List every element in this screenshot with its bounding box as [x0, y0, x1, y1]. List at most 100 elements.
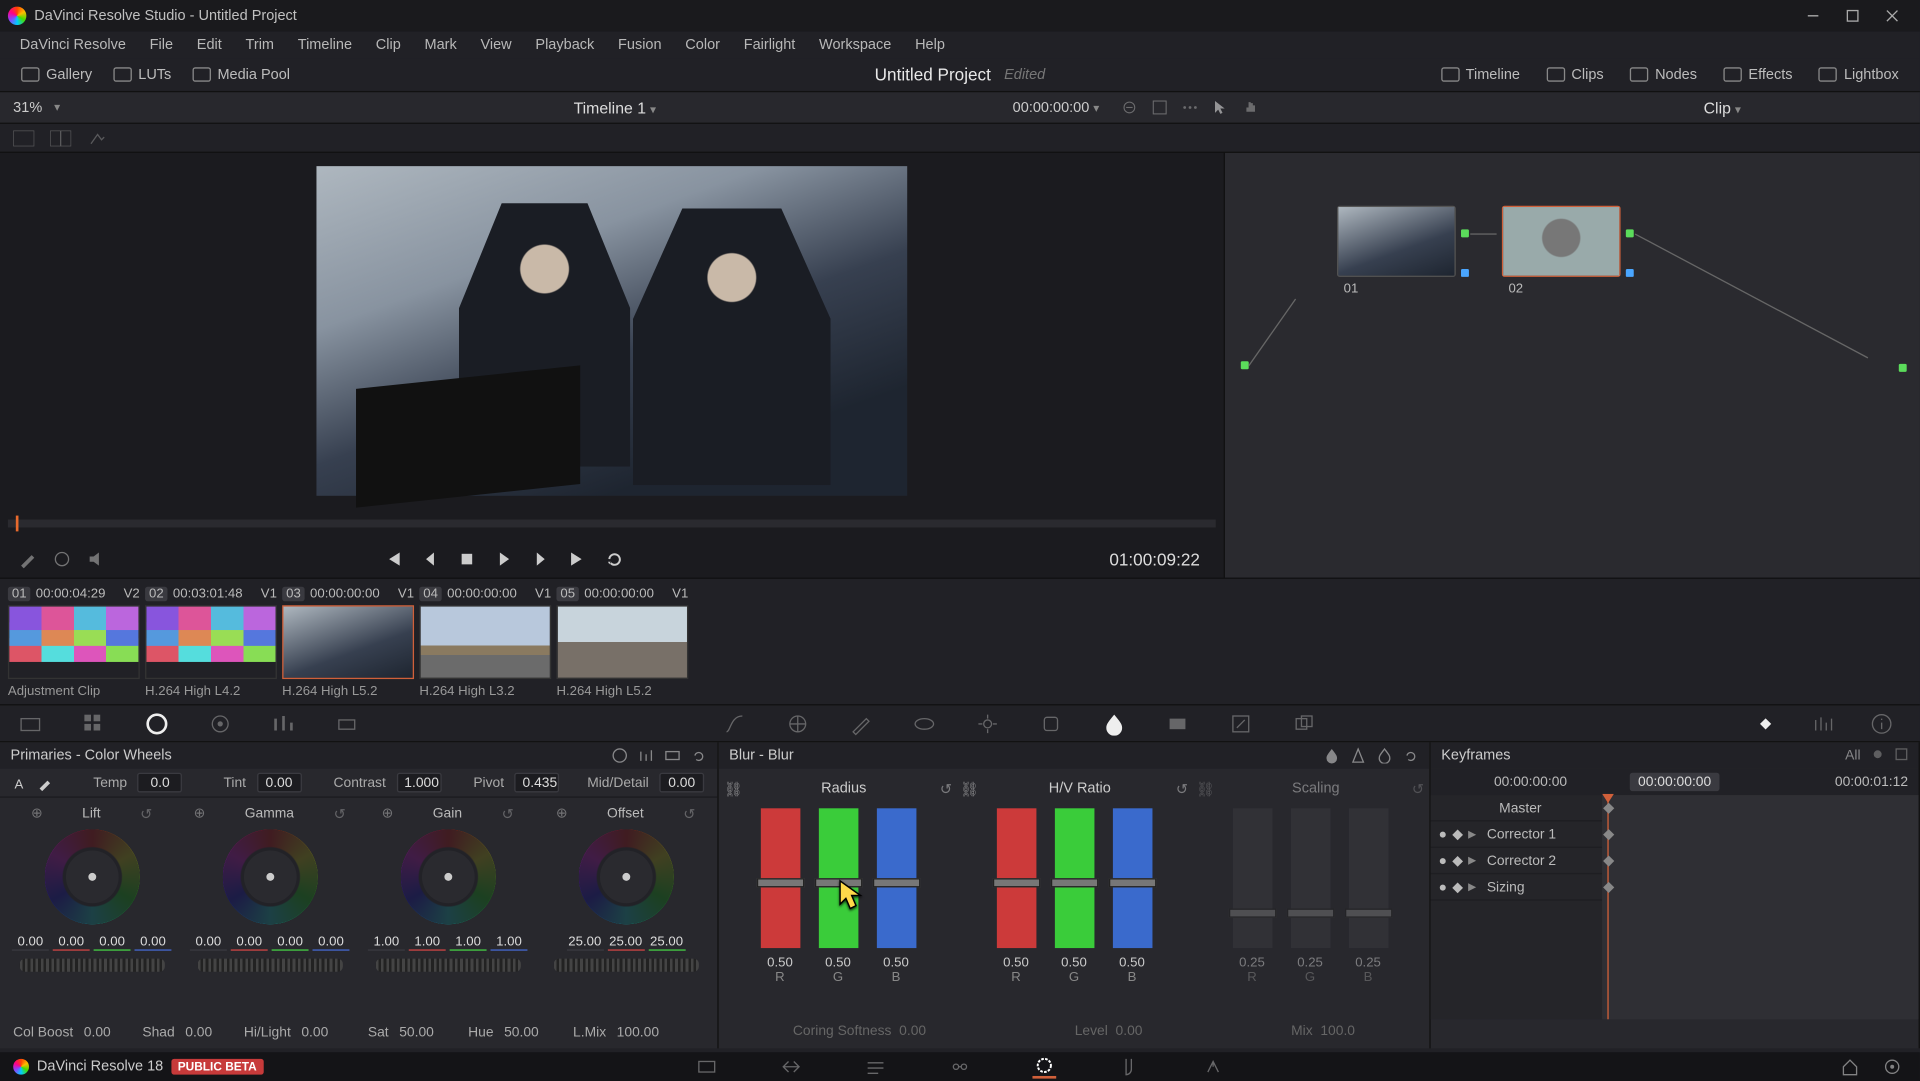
colboost-value[interactable]: 0.00: [84, 1025, 111, 1041]
menu-item[interactable]: Timeline: [286, 37, 364, 53]
bypass-icon[interactable]: [1121, 99, 1138, 116]
kf-all-dropdown[interactable]: All: [1845, 748, 1860, 764]
kf-mode-icon[interactable]: [1871, 748, 1884, 761]
keyframe-track-area[interactable]: [1602, 795, 1918, 1019]
curves-icon[interactable]: [723, 711, 747, 735]
highlight-icon[interactable]: [87, 130, 108, 146]
qualifier-icon[interactable]: [849, 711, 873, 735]
gamma-jog[interactable]: [197, 959, 342, 972]
slider-b[interactable]: [1112, 808, 1152, 948]
blur-mode-icon[interactable]: [1324, 748, 1340, 764]
3d-icon[interactable]: [1292, 711, 1316, 735]
port-out2[interactable]: [1626, 229, 1634, 237]
luts-button[interactable]: LUTs: [103, 61, 182, 87]
slider-b[interactable]: [876, 808, 916, 948]
clip-card[interactable]: 0200:03:01:48V1 H.264 High L4.2: [145, 584, 277, 699]
menu-item[interactable]: DaVinci Resolve: [8, 37, 138, 53]
mist-mode-icon[interactable]: [1377, 748, 1393, 764]
fairlight-page-tab[interactable]: [1117, 1055, 1141, 1079]
gamma-wheel[interactable]: [222, 829, 317, 924]
zoom-dropdown[interactable]: 31%: [0, 100, 73, 116]
keyframes-icon[interactable]: [1754, 711, 1778, 735]
viewer-timecode[interactable]: 00:00:00:00: [1013, 100, 1100, 116]
kf-tc-current[interactable]: 00:00:00:00: [1630, 773, 1719, 791]
clip-card[interactable]: 0400:00:00:00V1 H.264 High L3.2: [419, 584, 551, 699]
play-button[interactable]: [495, 550, 513, 568]
timeline-button[interactable]: Timeline: [1430, 61, 1530, 87]
lightbox-button[interactable]: Lightbox: [1808, 61, 1909, 87]
port-out[interactable]: [1461, 229, 1469, 237]
slider-g[interactable]: [1290, 808, 1330, 948]
next-frame-button[interactable]: [532, 550, 550, 568]
color-checker-icon[interactable]: [82, 711, 106, 735]
menu-item[interactable]: Fusion: [606, 37, 673, 53]
slider-g[interactable]: [818, 808, 858, 948]
expand-icon[interactable]: [1151, 99, 1168, 116]
sat-value[interactable]: 50.00: [399, 1025, 434, 1041]
image-wipe-icon[interactable]: [13, 130, 34, 146]
mute-icon[interactable]: [87, 550, 105, 568]
graph-output-port[interactable]: [1899, 364, 1907, 372]
menu-item[interactable]: View: [469, 37, 524, 53]
slider-r[interactable]: [760, 808, 800, 948]
port-out-b[interactable]: [1461, 269, 1469, 277]
kf-expand-icon[interactable]: [1895, 748, 1908, 761]
kf-row[interactable]: Master: [1431, 795, 1602, 821]
rgb-mixer-icon[interactable]: [272, 711, 296, 735]
md-value[interactable]: 0.00: [659, 773, 704, 793]
pivot-value[interactable]: 0.435: [515, 773, 560, 793]
minimize-button[interactable]: [1793, 4, 1833, 28]
viewer-scrubber[interactable]: [8, 520, 1216, 528]
log-mode-icon[interactable]: [665, 748, 681, 764]
menu-item[interactable]: Trim: [234, 37, 286, 53]
menu-item[interactable]: Help: [903, 37, 957, 53]
color-page-tab[interactable]: [1032, 1055, 1056, 1079]
key-icon[interactable]: [1166, 711, 1190, 735]
first-frame-button[interactable]: [384, 550, 402, 568]
dots-icon[interactable]: [1181, 99, 1198, 116]
pointer-icon[interactable]: [1212, 99, 1229, 116]
wheels-mode-icon[interactable]: [612, 748, 628, 764]
shad-value[interactable]: 0.00: [185, 1025, 212, 1041]
coring-value[interactable]: 0.00: [899, 1023, 926, 1039]
offset-wheel[interactable]: [578, 829, 673, 924]
camera-raw-icon[interactable]: [18, 711, 42, 735]
lmix-value[interactable]: 100.00: [617, 1025, 659, 1041]
hue-value[interactable]: 50.00: [504, 1025, 539, 1041]
prev-frame-button[interactable]: [421, 550, 439, 568]
edit-page-tab[interactable]: [864, 1055, 888, 1079]
window-icon[interactable]: [912, 711, 936, 735]
lift-wheel[interactable]: [44, 829, 139, 924]
stop-button[interactable]: [458, 550, 476, 568]
clips-button[interactable]: Clips: [1536, 61, 1614, 87]
slider-b[interactable]: [1348, 808, 1388, 948]
deliver-page-tab[interactable]: [1201, 1055, 1225, 1079]
timeline-selector[interactable]: Timeline 1: [574, 98, 656, 116]
kf-row[interactable]: ●◆▶Corrector 1: [1431, 821, 1602, 847]
clip-card[interactable]: 0300:00:00:00V1 H.264 High L5.2: [282, 584, 414, 699]
pick-white-icon[interactable]: [37, 775, 50, 791]
hand-icon[interactable]: [1242, 99, 1259, 116]
slider-r[interactable]: [996, 808, 1036, 948]
gain-jog[interactable]: [375, 959, 520, 972]
hl-value[interactable]: 0.00: [301, 1025, 328, 1041]
close-button[interactable]: [1872, 4, 1912, 28]
project-settings-icon[interactable]: [1883, 1058, 1901, 1076]
menu-item[interactable]: Color: [673, 37, 731, 53]
motion-effects-icon[interactable]: [335, 711, 359, 735]
menu-item[interactable]: File: [138, 37, 185, 53]
clip-card[interactable]: 0500:00:00:00V1 H.264 High L5.2: [556, 584, 688, 699]
menu-item[interactable]: Edit: [185, 37, 234, 53]
bars-mode-icon[interactable]: [638, 748, 654, 764]
flag-icon[interactable]: [53, 550, 71, 568]
node-02[interactable]: [1502, 206, 1621, 277]
picker-icon[interactable]: [18, 550, 36, 568]
cut-page-tab[interactable]: [779, 1055, 803, 1079]
sharpen-mode-icon[interactable]: [1350, 748, 1366, 764]
menu-item[interactable]: Workspace: [807, 37, 903, 53]
color-warper-icon[interactable]: [786, 711, 810, 735]
viewer-image[interactable]: [316, 166, 907, 496]
contrast-value[interactable]: 1.000: [396, 773, 441, 793]
info-icon[interactable]: [1870, 711, 1894, 735]
level-value[interactable]: 0.00: [1116, 1023, 1143, 1039]
